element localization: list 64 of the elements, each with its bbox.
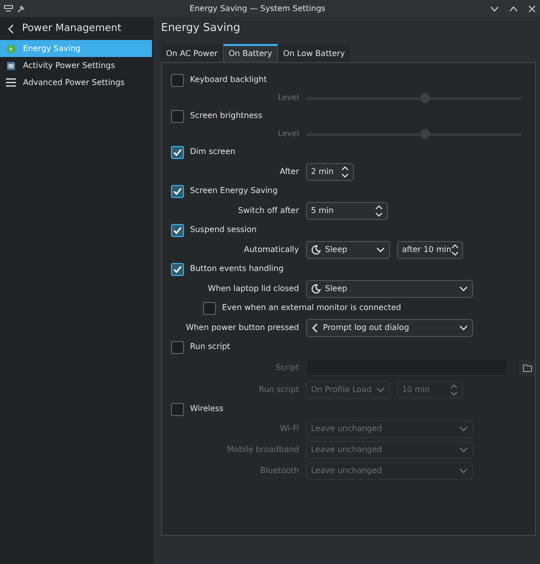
slider[interactable] bbox=[306, 128, 522, 140]
tab[interactable]: On Battery bbox=[222, 44, 278, 62]
dropdown[interactable]: Sleep bbox=[306, 240, 390, 258]
checkbox-label: Screen Energy Saving bbox=[190, 185, 278, 197]
checkbox[interactable] bbox=[203, 302, 216, 314]
checkbox[interactable] bbox=[171, 224, 184, 236]
slider[interactable] bbox=[306, 92, 522, 104]
field-label: Automatically bbox=[244, 244, 299, 256]
checkbox-label: Suspend session bbox=[190, 224, 257, 236]
field-label: After bbox=[280, 166, 299, 178]
checkbox[interactable] bbox=[171, 110, 184, 122]
chevron-left-icon bbox=[311, 322, 319, 332]
spin-arrows-icon bbox=[341, 166, 349, 178]
page-title: Energy Saving bbox=[161, 20, 240, 36]
checkbox-label: Keyboard backlight bbox=[190, 74, 267, 86]
window-title: Energy Saving — System Settings bbox=[188, 2, 326, 14]
pin-icon[interactable] bbox=[17, 4, 25, 12]
sidebar-item[interactable]: Activity Power Settings bbox=[0, 57, 152, 74]
checkbox-label: Dim screen bbox=[190, 146, 236, 158]
close-icon[interactable] bbox=[528, 4, 536, 12]
field-label: Switch off after bbox=[238, 204, 299, 216]
field-label: Level bbox=[278, 128, 299, 140]
checkbox[interactable] bbox=[171, 262, 184, 276]
menu-icon bbox=[6, 78, 16, 87]
checkbox-label: Button events handling bbox=[190, 263, 284, 275]
checkbox-label: Wireless bbox=[190, 403, 224, 415]
dropdown[interactable]: Prompt log out dialog bbox=[306, 318, 473, 336]
sidebar-title: Power Management bbox=[22, 22, 122, 36]
sidebar-item[interactable]: Advanced Power Settings bbox=[0, 74, 152, 91]
checkbox-label: Screen brightness bbox=[190, 110, 262, 122]
checkbox[interactable] bbox=[171, 402, 184, 416]
checkbox-label: Run script bbox=[190, 341, 230, 353]
field-label: When power button pressed bbox=[186, 322, 299, 334]
checkbox[interactable] bbox=[171, 146, 184, 158]
tab[interactable]: On Low Battery bbox=[278, 44, 350, 62]
checkbox[interactable] bbox=[171, 184, 184, 198]
minimize-icon[interactable] bbox=[490, 6, 499, 12]
field-label: Mobile broadband bbox=[227, 444, 299, 456]
folder-button[interactable] bbox=[519, 360, 535, 376]
sleep-icon bbox=[311, 244, 321, 254]
spin-box[interactable]: 5 min bbox=[306, 202, 388, 220]
window-menu-icon[interactable] bbox=[4, 4, 13, 12]
field-label: Script bbox=[276, 362, 299, 374]
spin-arrows-icon bbox=[450, 384, 458, 396]
sleep-icon bbox=[311, 284, 321, 294]
checkbox[interactable] bbox=[171, 340, 184, 354]
spin-arrows-icon bbox=[375, 204, 383, 216]
activity-icon bbox=[6, 60, 16, 70]
dropdown[interactable]: Sleep bbox=[306, 280, 473, 298]
maximize-icon[interactable] bbox=[509, 6, 518, 12]
field-label: Run script bbox=[258, 384, 299, 396]
battery-leaf-icon bbox=[6, 44, 16, 54]
field-label: Wi-Fi bbox=[280, 422, 299, 434]
checkbox-label: Even when an external monitor is connected bbox=[222, 302, 402, 314]
spin-box[interactable]: after 10 min bbox=[397, 240, 463, 258]
tab[interactable]: On AC Power bbox=[161, 44, 223, 62]
checkbox[interactable] bbox=[171, 74, 184, 86]
folder-icon bbox=[522, 364, 532, 372]
spin-box[interactable]: 2 min bbox=[306, 162, 354, 180]
field-label: When laptop lid closed bbox=[208, 282, 299, 294]
field-label: Level bbox=[278, 92, 299, 104]
field-label: Bluetooth bbox=[260, 464, 299, 476]
back-icon[interactable] bbox=[8, 24, 14, 34]
spin-arrows-icon bbox=[451, 244, 460, 256]
